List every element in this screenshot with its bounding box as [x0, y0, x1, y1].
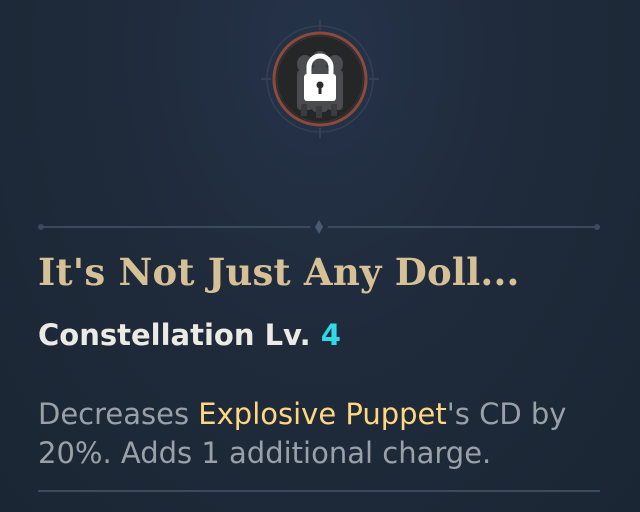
constellation-description: Decreases Explosive Puppet's CD by 20%. …: [38, 395, 613, 473]
lock-icon: [304, 53, 336, 101]
section-divider-bottom: [38, 484, 600, 498]
level-label: Constellation Lv.: [38, 318, 321, 352]
desc-text-1: Decreases: [38, 397, 199, 431]
desc-highlight: Explosive Puppet: [198, 397, 447, 431]
constellation-icon[interactable]: [261, 20, 379, 138]
constellation-title: It's Not Just Any Doll...: [38, 250, 520, 294]
level-number: 4: [320, 318, 341, 352]
constellation-level: Constellation Lv. 4: [38, 318, 341, 352]
section-divider-top: [38, 220, 600, 234]
